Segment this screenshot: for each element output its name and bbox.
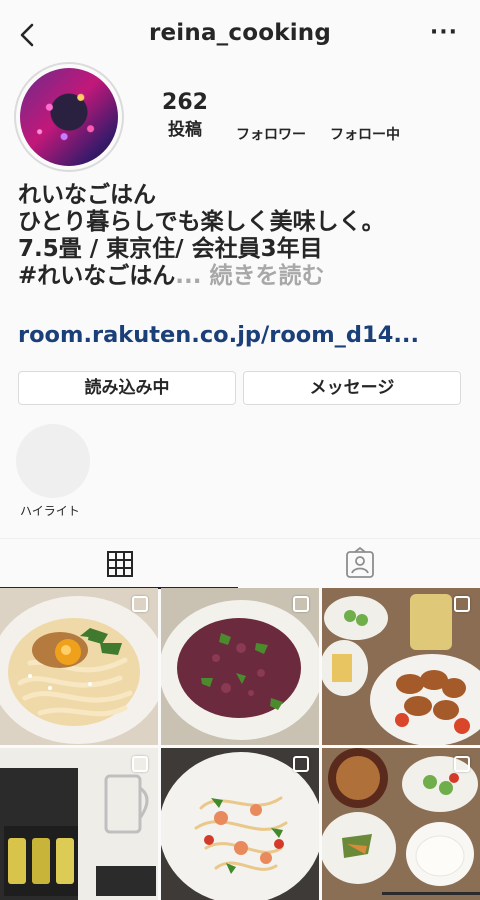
bio-hashtag[interactable]: #れいなごはん <box>18 263 175 289</box>
bio-name: れいなごはん <box>18 182 156 208</box>
post-thumbnail[interactable] <box>322 748 480 900</box>
more-horizontal-icon: ··· <box>429 20 458 45</box>
top-bar: reina_cooking ··· <box>0 0 480 70</box>
post-thumbnail[interactable] <box>0 588 158 745</box>
highlight-label: ハイライト <box>20 504 80 518</box>
multiple-images-icon <box>132 596 148 612</box>
message-button[interactable]: メッセージ <box>243 371 461 405</box>
multiple-images-icon <box>454 596 470 612</box>
following-stat[interactable]: フォロー中 <box>330 124 400 144</box>
tagged-person-icon <box>346 546 374 578</box>
profile-username: reina_cooking <box>148 20 332 46</box>
multiple-images-icon <box>454 756 470 772</box>
multiple-images-icon <box>293 596 309 612</box>
posts-stat[interactable]: 262 投稿 <box>152 90 218 140</box>
profile-bio: れいなごはん ひとり暮らしでも楽しく美味しく。 7.5畳 / 東京住/ 会社員3… <box>18 182 464 290</box>
post-thumbnail[interactable] <box>161 748 319 900</box>
tab-grid[interactable] <box>0 539 240 588</box>
grid-icon <box>107 551 133 577</box>
multiple-images-icon <box>132 756 148 772</box>
tab-tagged[interactable] <box>240 539 480 588</box>
posts-count: 262 <box>162 90 208 115</box>
bio-details: 7.5畳 / 東京住/ 会社員3年目 <box>18 236 323 262</box>
bio-hashtag-line: #れいなごはん... 続きを読む <box>18 263 464 290</box>
loading-button[interactable]: 読み込み中 <box>18 371 236 405</box>
avatar-image <box>20 68 118 166</box>
profile-tab-bar <box>0 538 480 589</box>
bio-website-link[interactable]: room.rakuten.co.jp/room_d14... <box>18 322 419 348</box>
post-thumbnail[interactable] <box>161 588 319 745</box>
highlight-circle[interactable] <box>16 424 90 498</box>
post-thumbnail[interactable] <box>322 588 480 745</box>
profile-avatar[interactable] <box>14 62 124 172</box>
read-more-link[interactable]: ... 続きを読む <box>175 263 324 289</box>
bio-tagline: ひとり暮らしでも楽しく美味しく。 <box>18 209 385 235</box>
posts-label: 投稿 <box>168 120 202 140</box>
post-thumbnail[interactable] <box>0 748 158 900</box>
more-options-button[interactable]: ··· <box>430 20 458 45</box>
followers-stat[interactable]: フォロワー <box>236 124 306 144</box>
posts-grid <box>0 588 480 900</box>
multiple-images-icon <box>293 756 309 772</box>
